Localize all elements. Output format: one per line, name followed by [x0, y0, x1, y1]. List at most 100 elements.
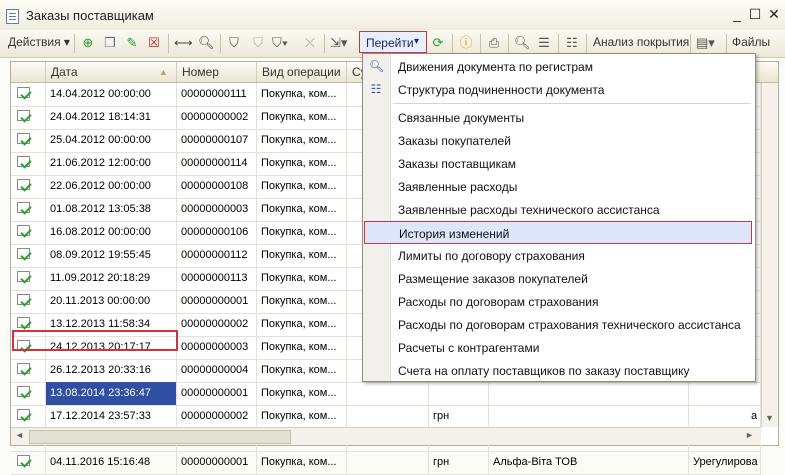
column-header-date[interactable]: Дата ▲	[46, 62, 177, 82]
menu-item-label: Счета на оплату поставщиков по заказу по…	[398, 364, 690, 378]
number-cell: 00000000113	[177, 267, 257, 290]
posted-document-icon	[17, 179, 32, 192]
number-cell: 00000000003	[177, 198, 257, 221]
posted-document-icon	[17, 317, 32, 330]
date-cell: 11.09.2012 20:18:29	[46, 267, 177, 290]
posted-document-icon	[17, 271, 32, 284]
status-cell-clipped: а	[751, 410, 758, 422]
files-button[interactable]: Файлы	[732, 35, 770, 49]
contractor-cell	[489, 382, 689, 405]
menu-item-8[interactable]: История изменений	[364, 221, 752, 244]
columns-icon[interactable]: ☰	[536, 35, 552, 51]
print-icon[interactable]: ⎙	[486, 35, 502, 51]
operation-cell: Покупка, ком...	[257, 382, 347, 405]
row-status-cell	[11, 106, 46, 129]
menu-item-label: Связанные документы	[398, 111, 525, 125]
window-titlebar: Заказы поставщикам _ ☐ ✕	[0, 0, 785, 31]
menu-item-12[interactable]: Расходы по договорам страхования техниче…	[363, 313, 755, 336]
menu-item-label: Заказы покупателей	[398, 134, 511, 148]
delete-icon[interactable]: ☒	[146, 35, 162, 51]
registers-icon: 🔍︎	[369, 59, 385, 73]
posted-document-icon	[17, 202, 32, 215]
menu-item-10[interactable]: Размещение заказов покупателей	[363, 267, 755, 290]
edit-icon[interactable]: ✎	[124, 35, 140, 51]
menu-item-13[interactable]: Расчеты с контрагентами	[363, 336, 755, 359]
table-row[interactable]: 13.08.2014 23:36:47 00000000001 Покупка, к…	[11, 382, 761, 406]
copy-icon[interactable]: ❐	[102, 35, 118, 51]
help-icon[interactable]: ⓘ	[458, 35, 474, 51]
row-status-cell	[11, 198, 46, 221]
posted-document-icon	[17, 248, 32, 261]
number-cell: 00000000111	[177, 83, 257, 106]
column-header-icon[interactable]	[11, 62, 46, 82]
menu-item-7[interactable]: Заявленные расходы технического ассистан…	[363, 198, 755, 221]
menu-item-4[interactable]: Заказы покупателей	[363, 129, 755, 152]
toolbar-separator	[726, 34, 727, 53]
coverage-analysis-button[interactable]: Анализ покрытия	[593, 35, 689, 49]
status-cell: Урегулирова	[689, 451, 761, 474]
menu-item-6[interactable]: Заявленные расходы	[363, 175, 755, 198]
maximize-button[interactable]: ☐	[748, 7, 762, 21]
goto-menu-button[interactable]: Перейти ▾	[359, 31, 427, 53]
menu-item-2[interactable]: ☷ Структура подчиненности документа	[363, 78, 755, 101]
operation-cell: Покупка, ком...	[257, 198, 347, 221]
column-header-number[interactable]: Номер	[177, 62, 257, 82]
menu-item-3[interactable]: Связанные документы	[363, 106, 755, 129]
menu-item-14[interactable]: Счета на оплату поставщиков по заказу по…	[363, 359, 755, 382]
sort-asc-icon: ▲	[159, 67, 168, 77]
structure-icon[interactable]: ☷	[564, 35, 580, 51]
add-icon[interactable]: ⊕	[80, 35, 96, 51]
filter-disabled-icon[interactable]: ⛉	[250, 35, 266, 51]
column-header-operation[interactable]: Вид операции	[257, 62, 347, 82]
export-icon[interactable]: ⇲▾	[330, 35, 347, 51]
actions-menu-button[interactable]: Действия ▾	[8, 35, 70, 49]
refresh-icon[interactable]: ⟳	[430, 35, 446, 51]
contractor-cell	[489, 405, 689, 428]
window-title: Заказы поставщикам	[26, 8, 154, 23]
menu-item-9[interactable]: Лимиты по договору страхования	[363, 244, 755, 267]
operation-cell: Покупка, ком...	[257, 221, 347, 244]
scroll-down-icon[interactable]: ▼	[765, 413, 774, 423]
menu-item-label: Заявленные расходы	[398, 180, 518, 194]
scroll-left-icon[interactable]: ◄	[15, 430, 24, 440]
filter-clear-icon[interactable]: ⛌	[302, 35, 318, 51]
sum-cell	[347, 451, 429, 474]
row-status-cell	[11, 451, 46, 474]
number-cell: 00000000003	[177, 336, 257, 359]
vertical-scrollbar[interactable]: ▼	[761, 83, 778, 427]
menu-item-11[interactable]: Расходы по договорам страхования	[363, 290, 755, 313]
horizontal-scrollbar[interactable]: ◄ ►	[11, 427, 761, 445]
number-cell: 00000000002	[177, 405, 257, 428]
status-cell	[689, 382, 761, 405]
row-status-cell	[11, 267, 46, 290]
filter-icon[interactable]: ⛉	[226, 35, 242, 51]
table-row[interactable]: 04.11.2016 15:16:48 00000000001 Покупка, к…	[11, 451, 761, 475]
range-icon[interactable]: ⟷	[174, 35, 193, 51]
row-status-cell	[11, 290, 46, 313]
operation-cell: Покупка, ком...	[257, 175, 347, 198]
menu-item-1[interactable]: 🔍︎ Движения документа по регистрам	[363, 55, 755, 78]
toolbar-separator	[452, 34, 453, 53]
number-cell: 00000000112	[177, 244, 257, 267]
operation-cell: Покупка, ком...	[257, 244, 347, 267]
preview-icon[interactable]: 🔍︎	[514, 35, 531, 51]
sum-cell	[347, 405, 429, 428]
scroll-right-icon[interactable]: ►	[745, 430, 754, 440]
operation-cell: Покупка, ком...	[257, 129, 347, 152]
report-icon[interactable]: ▤▾	[696, 35, 715, 51]
table-row[interactable]: 17.12.2014 23:57:33 00000000002 Покупка, к…	[11, 405, 761, 429]
search-icon[interactable]: 🔍︎	[198, 35, 215, 51]
filter-list-icon[interactable]: ⛉▾	[272, 35, 288, 51]
close-button[interactable]: ✕	[767, 7, 781, 21]
menu-item-5[interactable]: Заказы поставщикам	[363, 152, 755, 175]
row-status-cell	[11, 175, 46, 198]
horizontal-scroll-thumb[interactable]	[29, 430, 291, 444]
date-cell: 04.11.2016 15:16:48	[46, 451, 177, 474]
contractor-cell: Альфа-Віта ТОВ	[489, 451, 689, 474]
minimize-button[interactable]: _	[730, 7, 744, 21]
row-status-cell	[11, 359, 46, 382]
sum-cell	[347, 382, 429, 405]
toolbar-separator	[558, 34, 559, 53]
posted-document-icon	[17, 225, 32, 238]
chevron-down-icon: ▾	[414, 36, 420, 47]
